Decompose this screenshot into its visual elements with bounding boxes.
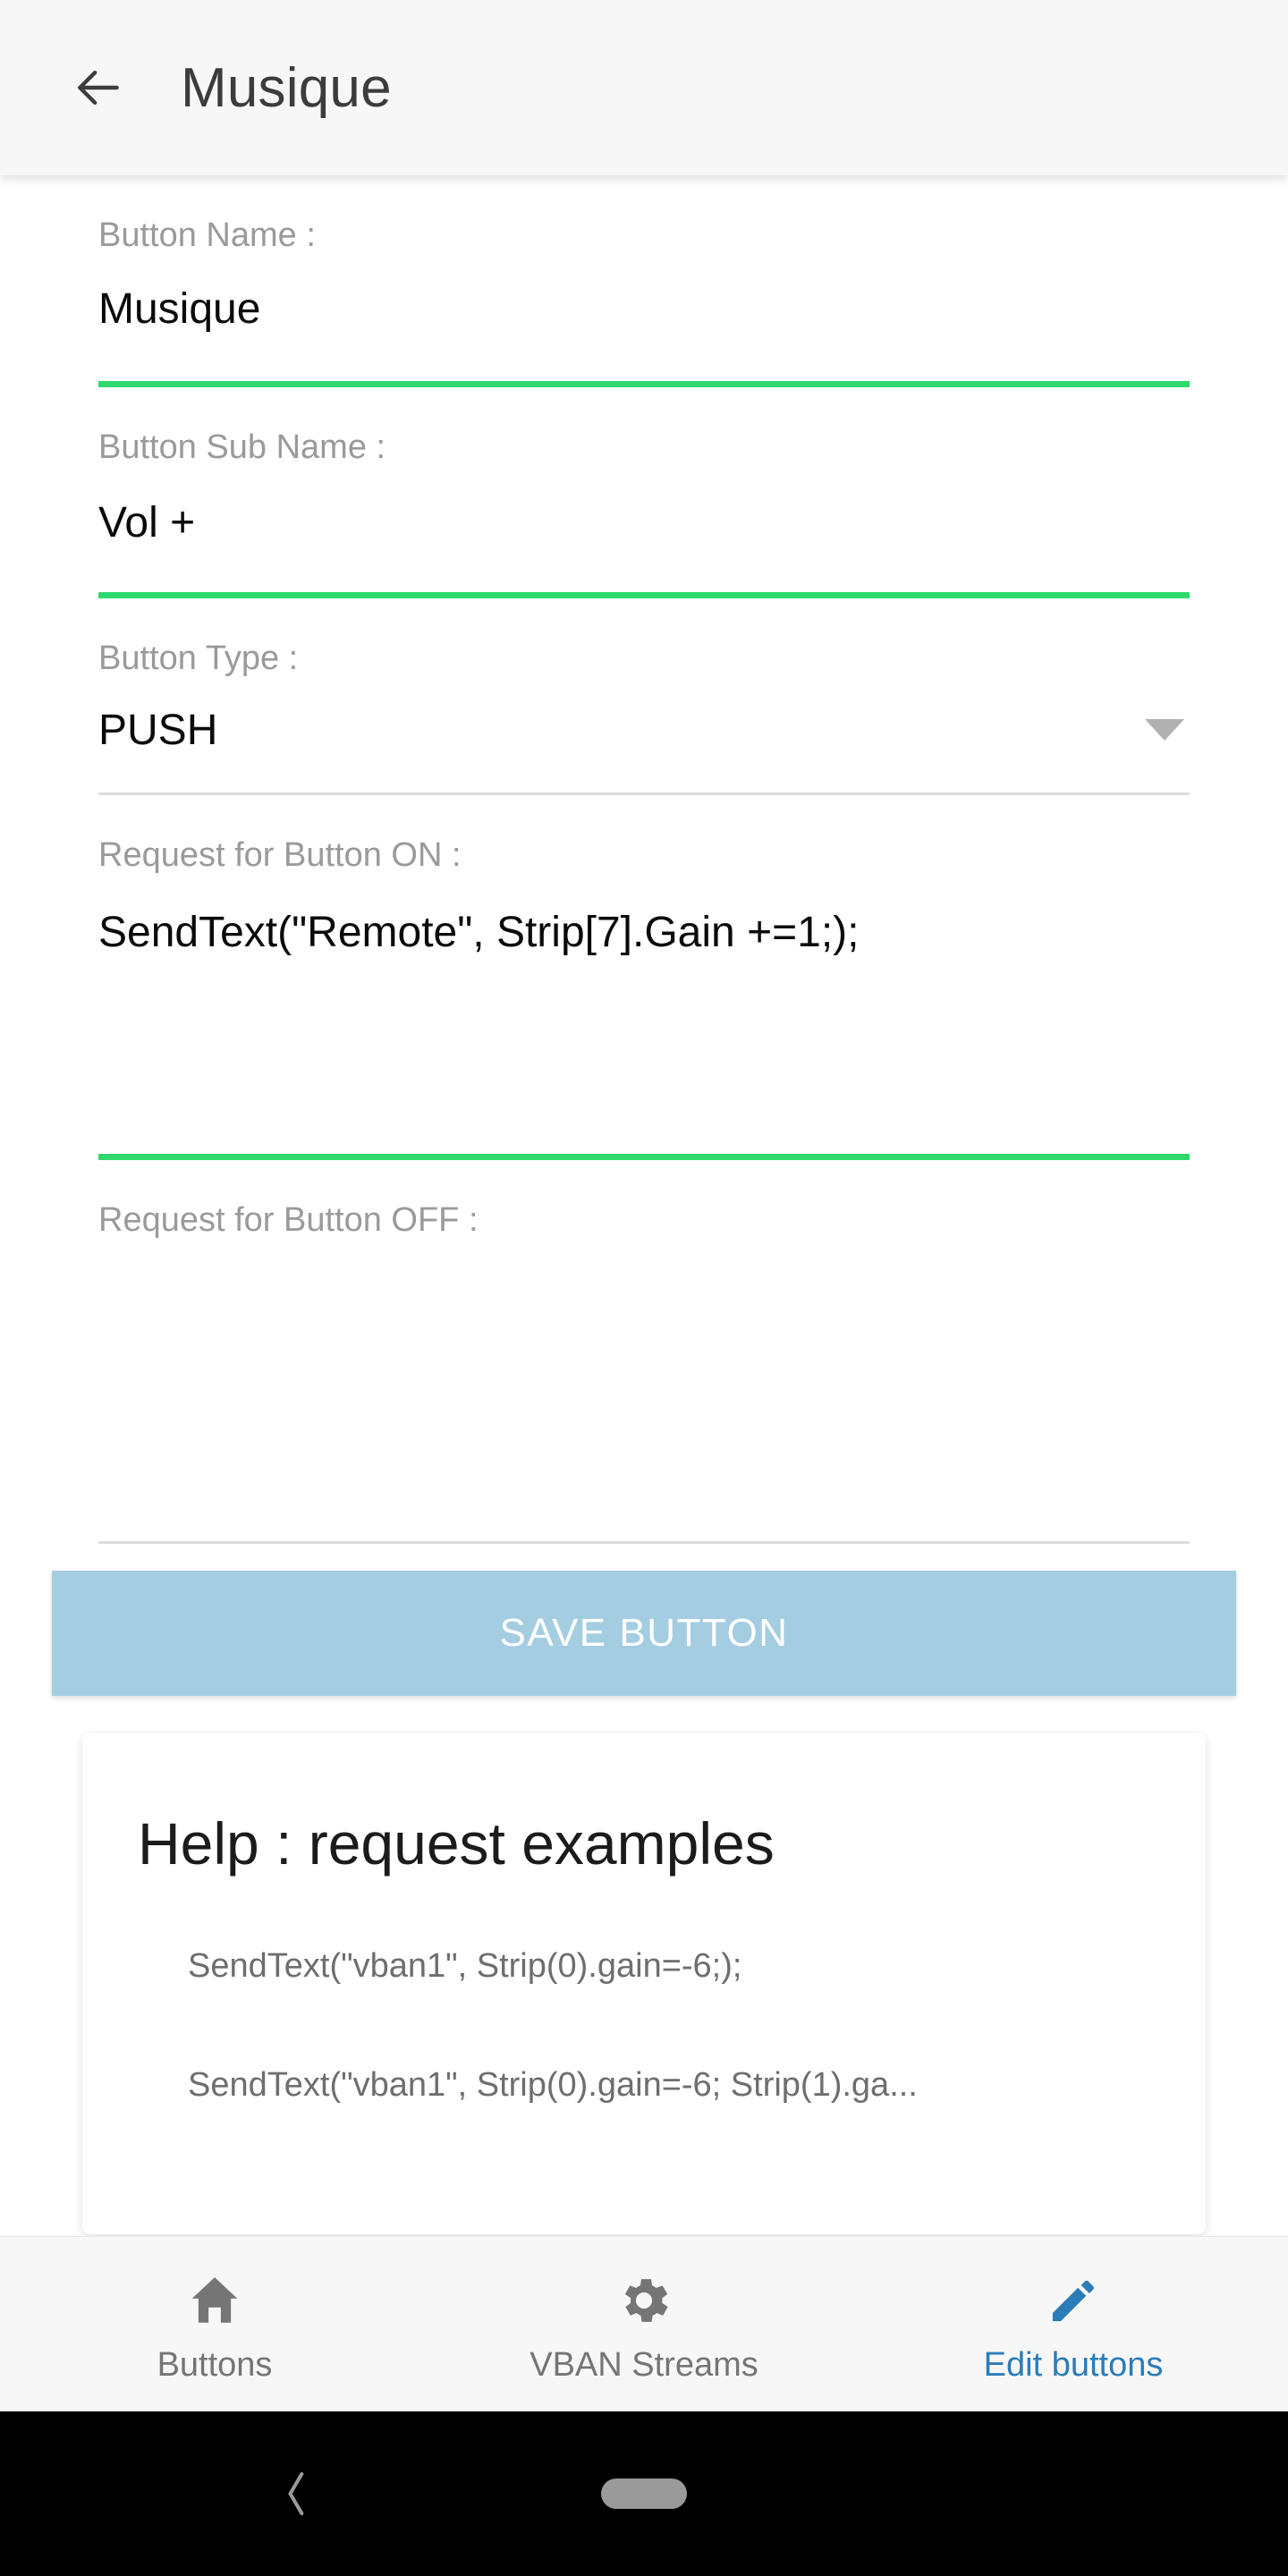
home-pill-indicator[interactable] — [601, 2479, 687, 2509]
underline-button-name — [98, 380, 1190, 387]
chevron-down-icon — [1145, 719, 1184, 741]
help-example-item: SendText("vban1", Strip(0).gain=-6;); — [188, 1947, 742, 1986]
input-button-name[interactable]: Musique — [98, 262, 1190, 337]
field-request-off: Request for Button OFF : — [98, 1160, 1190, 1544]
page-title: Musique — [181, 56, 392, 119]
arrow-left-icon — [71, 60, 126, 115]
nav-label-vban-streams: VBAN Streams — [530, 2346, 758, 2384]
back-button[interactable] — [55, 45, 141, 131]
form-scroll-area[interactable]: Button Name : Musique Button Sub Name : … — [0, 175, 1288, 2236]
field-label-request-on: Request for Button ON : — [98, 835, 462, 874]
edit-button-form: Button Name : Musique Button Sub Name : … — [0, 175, 1288, 1544]
gear-icon — [614, 2264, 674, 2330]
input-button-sub-name[interactable]: Vol + — [98, 474, 1190, 551]
system-back-button[interactable] — [275, 2464, 315, 2523]
underline-request-off — [98, 1540, 1190, 1544]
nav-item-vban-streams[interactable]: VBAN Streams — [429, 2237, 859, 2411]
select-button-type[interactable]: PUSH — [98, 686, 1190, 755]
field-button-sub-name: Button Sub Name : Vol + — [98, 387, 1190, 599]
save-button-container: SAVE BUTTON — [0, 1570, 1288, 1696]
chevron-left-icon — [275, 2464, 315, 2523]
home-icon — [185, 2264, 244, 2330]
help-card: Help : request examples SendText("vban1"… — [82, 1733, 1206, 2234]
input-request-on[interactable]: SendText("Remote", Strip[7].Gain +=1;); — [98, 882, 1190, 961]
nav-item-edit-buttons[interactable]: Edit buttons — [859, 2237, 1288, 2411]
help-examples-list: SendText("vban1", Strip(0).gain=-6;); Se… — [138, 1943, 1150, 2109]
field-button-type: Button Type : PUSH — [98, 598, 1190, 795]
system-navigation-bar — [0, 2411, 1288, 2576]
field-label-button-name: Button Name : — [98, 216, 316, 254]
field-label-button-sub-name: Button Sub Name : — [98, 428, 386, 466]
underline-button-sub-name — [98, 592, 1190, 599]
save-button-label: SAVE BUTTON — [499, 1610, 789, 1655]
app-screen: Musique Button Name : Musique Button Sub… — [0, 0, 1288, 2576]
save-button[interactable]: SAVE BUTTON — [52, 1570, 1236, 1696]
help-example-item: SendText("vban1", Strip(0).gain=-6; Stri… — [188, 2066, 918, 2105]
field-label-button-type: Button Type : — [98, 640, 299, 678]
field-request-on: Request for Button ON : SendText("Remote… — [98, 795, 1190, 1161]
help-card-title: Help : request examples — [138, 1809, 775, 1877]
underline-request-on — [98, 1154, 1190, 1161]
app-bar: Musique — [0, 0, 1288, 175]
nav-item-buttons[interactable]: Buttons — [0, 2237, 429, 2411]
select-button-type-value: PUSH — [98, 706, 218, 754]
pencil-icon — [1044, 2264, 1103, 2330]
field-label-request-off: Request for Button OFF : — [98, 1201, 479, 1240]
help-card-container: Help : request examples SendText("vban1"… — [0, 1733, 1288, 2234]
nav-label-buttons: Buttons — [157, 2346, 273, 2384]
nav-label-edit-buttons: Edit buttons — [983, 2346, 1164, 2384]
bottom-navigation: Buttons VBAN Streams Edit buttons — [0, 2236, 1288, 2411]
input-request-off[interactable] — [98, 1248, 1190, 1301]
field-button-name: Button Name : Musique — [98, 175, 1190, 387]
